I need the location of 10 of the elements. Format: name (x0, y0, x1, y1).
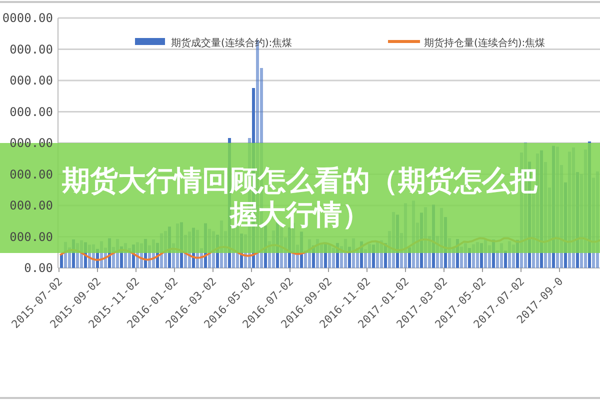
y-axis-label: 000.00 (10, 230, 53, 244)
y-axis-label: 000.00 (10, 74, 53, 88)
banner-title: 期货大行情回顾怎么看的（期货怎么把握大行情） (61, 164, 539, 232)
y-axis-label: 0000.00 (2, 11, 53, 25)
y-axis-label: 000.00 (10, 42, 53, 56)
y-axis-label: 0.00 (24, 261, 53, 275)
y-axis-label: 000.00 (10, 167, 53, 182)
y-axis-label: 000.00 (10, 198, 53, 212)
legend-label: 期货持仓量(连续合约):焦煤 (424, 38, 546, 49)
y-axis-label: 000.00 (10, 104, 53, 119)
